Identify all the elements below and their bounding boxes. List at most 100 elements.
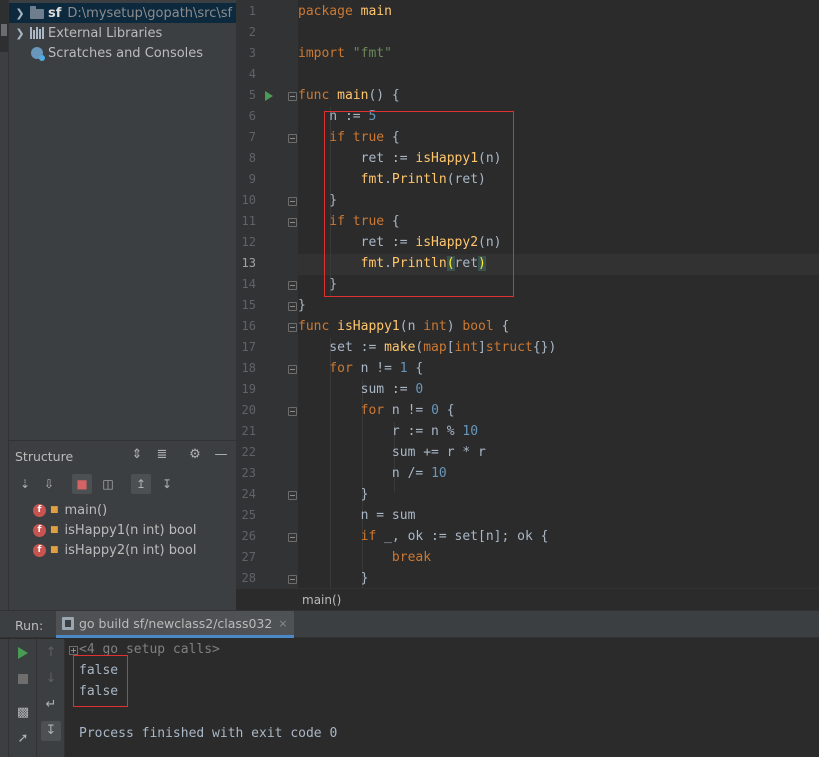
code-editor[interactable]: 1 2 3 4 5 6 7 8 9 10 11 12 13 14 15 16 17 18 19 20 21 22 23 24 2… (236, 0, 819, 588)
code-line[interactable]: sum += r * r (298, 442, 486, 463)
tree-item-path: D:\mysetup\gopath\src\sf (67, 5, 233, 21)
run-gutter-icon[interactable] (265, 91, 273, 101)
library-icon (29, 26, 45, 40)
breadcrumb-item[interactable]: main() (302, 593, 341, 607)
chevron-right-icon[interactable]: ❯ (13, 27, 27, 40)
scroll-to-end-icon[interactable]: ↧ (41, 721, 61, 741)
function-icon: f (33, 503, 46, 517)
structure-toolbar: ⇣ ⇩ ■ ◫ ↥ ↧ (9, 471, 236, 497)
line-number: 11 (241, 214, 256, 228)
code-line[interactable]: func isHappy1(n int) bool { (298, 316, 509, 337)
line-number: 12 (241, 235, 256, 249)
chevron-right-icon[interactable]: ❯ (13, 7, 27, 20)
code-line[interactable]: r := n % 10 (298, 421, 478, 442)
lock-icon: ■ (50, 525, 59, 535)
down-arrow-icon[interactable]: ↓ (41, 669, 61, 689)
code-line[interactable]: n /= 10 (298, 463, 447, 484)
lock-icon: ■ (50, 545, 59, 555)
tree-item-label: Scratches and Consoles (48, 45, 204, 61)
run-toolbar: ▩ ➚ (9, 639, 37, 757)
up-arrow-icon[interactable]: ↑ (41, 643, 61, 663)
highlight-box (73, 655, 128, 707)
line-number: 17 (241, 340, 256, 354)
code-line[interactable]: for n != 1 { (298, 358, 423, 379)
fold-marker-icon[interactable] (288, 197, 297, 206)
line-number: 14 (241, 277, 256, 291)
close-icon[interactable]: × (278, 617, 287, 630)
sort-alphabetically-icon[interactable]: ⇩ (39, 474, 59, 494)
sort-by-type-icon[interactable]: ⇣ (15, 474, 35, 494)
fold-marker-icon[interactable] (288, 281, 297, 290)
show-fields-icon[interactable]: ◫ (98, 474, 118, 494)
fold-marker-icon[interactable] (288, 407, 297, 416)
line-number: 23 (241, 466, 256, 480)
line-number: 24 (241, 487, 256, 501)
fold-marker-icon[interactable] (288, 218, 297, 227)
code-line[interactable]: for n != 0 { (298, 400, 455, 421)
autoscroll-from-source-icon[interactable]: ↧ (157, 474, 177, 494)
structure-item-main[interactable]: f ■ main() (33, 500, 107, 520)
line-number: 10 (241, 193, 256, 207)
structure-item-label: main() (64, 502, 108, 518)
project-panel: ❯ sf D:\mysetup\gopath\src\sf ❯ External… (9, 0, 236, 440)
expand-all-icon[interactable]: ⇕ (129, 447, 145, 463)
show-non-public-icon[interactable]: ■ (72, 474, 92, 494)
expand-icon[interactable] (69, 646, 78, 655)
run-config-icon (62, 616, 74, 630)
fold-marker-icon[interactable] (288, 533, 297, 542)
line-number: 19 (241, 382, 256, 396)
line-number: 18 (241, 361, 256, 375)
line-number: 13 (241, 256, 256, 270)
highlight-box (324, 111, 514, 297)
breadcrumb: main() (236, 588, 819, 610)
tree-item-external-libraries[interactable]: ❯ External Libraries (9, 23, 236, 43)
stop-icon[interactable] (13, 669, 33, 689)
fold-marker-icon[interactable] (288, 302, 297, 311)
fold-marker-icon[interactable] (288, 575, 297, 584)
tree-item-scratches[interactable]: ❯ Scratches and Consoles (9, 43, 236, 63)
collapse-all-icon[interactable]: ≣ (154, 447, 170, 463)
rerun-icon[interactable] (13, 643, 33, 663)
soft-wrap-icon[interactable]: ↵ (41, 695, 61, 715)
code-line[interactable]: if _, ok := set[n]; ok { (298, 526, 549, 547)
code-line[interactable]: } (298, 484, 369, 505)
autoscroll-to-source-icon[interactable]: ↥ (131, 474, 151, 494)
fold-marker-icon[interactable] (288, 323, 297, 332)
folder-icon (29, 6, 45, 20)
structure-item-ishappy2[interactable]: f ■ isHappy2(n int) bool (33, 540, 196, 560)
code-line[interactable]: package main (298, 1, 392, 22)
structure-item-label: isHappy1(n int) bool (64, 522, 197, 538)
line-number: 4 (248, 67, 256, 81)
left-tool-strip (0, 0, 9, 610)
tree-item-sf[interactable]: ❯ sf D:\mysetup\gopath\src\sf (9, 3, 236, 23)
run-panel: Run: go build sf/newclass2/class032 × ▩ … (0, 610, 819, 757)
pin-icon[interactable]: ➚ (13, 729, 33, 749)
line-number: 7 (248, 130, 256, 144)
run-tab-title: go build sf/newclass2/class032 (79, 615, 273, 631)
gear-icon[interactable]: ⚙ (187, 447, 203, 463)
code-line[interactable]: sum := 0 (298, 379, 424, 400)
fold-marker-icon[interactable] (288, 134, 297, 143)
line-number: 3 (248, 46, 256, 60)
code-line[interactable]: set := make(map[int]struct{}) (298, 337, 556, 358)
code-line[interactable]: n = sum (298, 505, 416, 526)
code-line[interactable]: import "fmt" (298, 43, 392, 64)
structure-panel: Structure ⇕ ≣ ⚙ — ⇣ ⇩ ■ ◫ ↥ ↧ f ■ main()… (9, 440, 236, 610)
layout-icon[interactable]: ▩ (13, 703, 33, 723)
line-number: 20 (241, 403, 256, 417)
code-line[interactable]: } (298, 295, 306, 316)
fold-marker-icon[interactable] (288, 365, 297, 374)
fold-marker-icon[interactable] (288, 92, 297, 101)
minimize-icon[interactable]: — (213, 447, 229, 463)
project-tool-icon (1, 24, 7, 36)
line-number: 21 (241, 424, 256, 438)
tree-item-label: sf (48, 5, 62, 21)
structure-item-ishappy1[interactable]: f ■ isHappy1(n int) bool (33, 520, 196, 540)
code-line[interactable]: break (298, 547, 431, 568)
code-line[interactable]: func main() { (298, 85, 400, 106)
fold-marker-icon[interactable] (288, 491, 297, 500)
run-config-tab[interactable]: go build sf/newclass2/class032 × (56, 611, 294, 638)
line-number: 6 (248, 109, 256, 123)
code-line[interactable]: } (298, 568, 369, 588)
structure-title: Structure (15, 449, 74, 464)
